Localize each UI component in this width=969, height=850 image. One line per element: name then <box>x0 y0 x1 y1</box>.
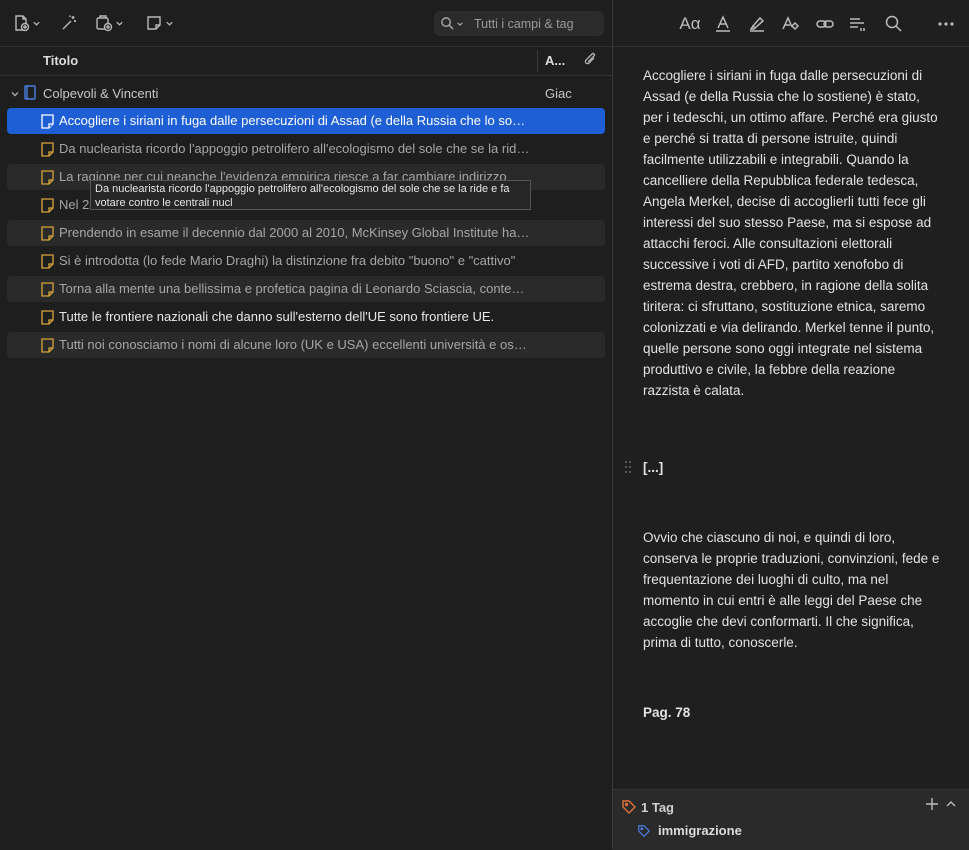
list-item-title: Tutti noi conosciamo i nomi di alcune lo… <box>59 337 531 352</box>
search-icon <box>441 17 454 30</box>
list-item-title: Tutte le frontiere nazionali che danno s… <box>59 309 495 324</box>
list-item-title: Prendendo in esame il decennio dal 2000 … <box>59 225 531 240</box>
note-icon <box>41 310 54 325</box>
new-note-button[interactable] <box>145 12 174 34</box>
note-paragraph[interactable]: Pag. 78 <box>643 702 690 723</box>
plus-icon[interactable] <box>925 797 939 811</box>
list-item[interactable]: Torna alla mente una bellissima e profet… <box>7 276 605 302</box>
chevron-down-icon <box>33 21 40 26</box>
chevron-down-icon <box>166 21 173 26</box>
new-item-button[interactable] <box>12 12 41 34</box>
list-item[interactable]: Accogliere i siriani in fuga dalle perse… <box>7 108 605 134</box>
tag-item[interactable]: immigrazione <box>637 823 742 838</box>
note-icon <box>41 254 54 269</box>
tag-label: immigrazione <box>658 823 742 838</box>
tags-panel: 1 Tag immigrazione <box>613 789 969 850</box>
chevron-down-icon <box>116 21 123 26</box>
chevron-down-icon[interactable] <box>10 89 20 99</box>
note-editor-pane: Aα Accogliere i siriani in fuga dalle pe… <box>613 0 969 850</box>
column-separator[interactable] <box>537 50 538 72</box>
magic-wand-button[interactable] <box>60 12 78 34</box>
drag-handle-icon[interactable] <box>624 459 632 475</box>
list-item[interactable]: Tutte le frontiere nazionali che danno s… <box>7 304 605 330</box>
magic-wand-icon <box>62 15 76 30</box>
tag-icon <box>622 800 636 814</box>
note-icon <box>147 16 161 30</box>
note-paragraph[interactable]: Accogliere i siriani in fuga dalle perse… <box>643 65 943 401</box>
column-author[interactable]: A... <box>545 53 565 68</box>
list-item[interactable]: Si è introdotta (lo fede Mario Draghi) l… <box>7 248 605 274</box>
tags-header[interactable]: 1 Tag <box>621 799 674 815</box>
tags-count: 1 Tag <box>641 799 674 815</box>
list-item-title: Si è introdotta (lo fede Mario Draghi) l… <box>59 253 516 268</box>
list-item-title: Da nuclearista ricordo l'appoggio petrol… <box>59 141 531 156</box>
add-attachment-button[interactable] <box>95 12 124 34</box>
note-icon <box>41 226 54 241</box>
items-pane: Titolo A... Colpevoli & Vincenti Giac Ac… <box>0 0 612 849</box>
collection-group-row[interactable]: Colpevoli & Vincenti Giac <box>0 84 612 104</box>
list-item-title: Accogliere i siriani in fuga dalle perse… <box>59 113 531 128</box>
chevron-up-icon[interactable] <box>945 798 957 810</box>
new-item-icon <box>15 15 30 32</box>
list-item[interactable]: Tutti noi conosciamo i nomi di alcune lo… <box>7 332 605 358</box>
search-box[interactable] <box>434 11 604 36</box>
tag-icon <box>638 824 651 837</box>
note-icon <box>41 142 54 157</box>
note-icon <box>41 338 54 353</box>
book-icon <box>24 85 36 100</box>
note-icon <box>41 170 54 185</box>
tooltip: Da nuclearista ricordo l'appoggio petrol… <box>90 180 531 210</box>
note-body[interactable]: Accogliere i siriani in fuga dalle perse… <box>613 0 969 789</box>
note-paragraph[interactable]: [...] <box>643 457 663 478</box>
paperclip-icon[interactable] <box>582 52 598 68</box>
group-name: Colpevoli & Vincenti <box>43 86 159 101</box>
list-item[interactable]: Da nuclearista ricordo l'appoggio petrol… <box>7 136 605 162</box>
note-icon <box>41 114 54 129</box>
column-header: Titolo A... <box>0 47 612 76</box>
column-title[interactable]: Titolo <box>43 53 78 68</box>
items-toolbar <box>0 0 612 47</box>
search-input[interactable] <box>472 15 596 32</box>
chevron-down-icon <box>457 21 463 26</box>
note-icon <box>41 198 54 213</box>
list-item-title: Torna alla mente una bellissima e profet… <box>59 281 531 296</box>
group-author: Giac <box>545 86 572 101</box>
note-icon <box>41 282 54 297</box>
note-paragraph[interactable]: Ovvio che ciascuno di noi, e quindi di l… <box>643 527 943 653</box>
attachment-add-icon <box>96 15 113 32</box>
list-item[interactable]: Prendendo in esame il decennio dal 2000 … <box>7 220 605 246</box>
